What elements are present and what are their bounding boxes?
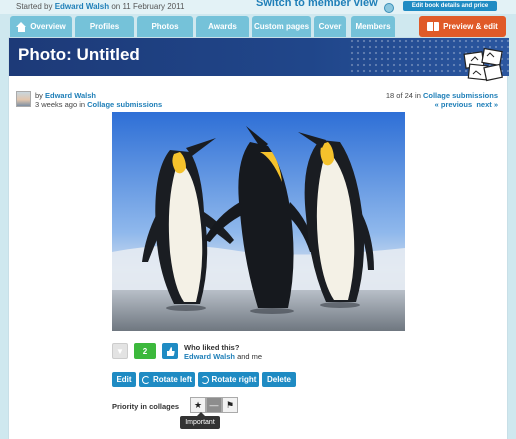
rotate-left-button[interactable]: Rotate left: [139, 372, 195, 387]
previous-link[interactable]: « previous: [435, 100, 473, 109]
edit-button[interactable]: Edit: [112, 372, 136, 387]
collage-icon: [463, 47, 503, 82]
help-icon[interactable]: [384, 3, 394, 13]
priority-exclude-button[interactable]: ⚑: [222, 397, 238, 413]
penguin-photo[interactable]: [112, 112, 405, 331]
switch-view-link[interactable]: Switch to member view: [256, 0, 378, 9]
priority-important-button[interactable]: ★: [190, 397, 206, 413]
tab-photos[interactable]: Photos: [137, 16, 193, 37]
tab-cover[interactable]: Cover: [314, 16, 346, 37]
priority-normal-button[interactable]: —: [206, 397, 222, 413]
avatar[interactable]: [16, 91, 31, 107]
thumb-down-button[interactable]: ▼: [112, 343, 128, 359]
author-link[interactable]: Edward Walsh: [45, 91, 96, 100]
house-icon: [16, 21, 27, 32]
tab-profiles[interactable]: Profiles: [75, 16, 134, 37]
priority-label: Priority in collages: [112, 402, 180, 411]
tab-overview[interactable]: Overview: [10, 16, 72, 37]
priority-tooltip: Important: [180, 412, 220, 429]
photo-card: Photo: Untitled by Edward Walsh 3 weeks …: [8, 37, 509, 439]
preview-edit-button[interactable]: Preview & edit: [419, 16, 506, 37]
thumbs-up-icon: [166, 346, 175, 356]
like-count-badge: 2: [134, 343, 156, 359]
rotate-right-button[interactable]: Rotate right: [198, 372, 259, 387]
nav-album-link[interactable]: Collage submissions: [423, 91, 498, 100]
liker-link[interactable]: Edward Walsh: [184, 352, 235, 361]
album-link[interactable]: Collage submissions: [87, 100, 162, 109]
who-liked: Who liked this? Edward Walsh and me: [184, 343, 263, 361]
thumb-up-button[interactable]: [162, 343, 178, 359]
started-by-link[interactable]: Edward Walsh: [55, 2, 109, 11]
tab-awards[interactable]: Awards: [196, 16, 249, 37]
page-header: Photo: Untitled: [9, 38, 509, 76]
rotate-left-icon: [141, 375, 150, 384]
started-by-text: Started by Edward Walsh on 11 February 2…: [16, 2, 185, 11]
top-strip: Started by Edward Walsh on 11 February 2…: [0, 0, 516, 14]
rotate-right-icon: [200, 375, 209, 384]
edit-book-button[interactable]: Edit book details and price: [403, 1, 497, 11]
next-link[interactable]: next »: [476, 100, 498, 109]
photo-navigation: 18 of 24 in Collage submissions « previo…: [385, 91, 498, 109]
book-icon: [427, 22, 440, 31]
tab-custom-pages[interactable]: Custom pages: [252, 16, 311, 37]
delete-button[interactable]: Delete: [262, 372, 296, 387]
page-title: Photo: Untitled: [18, 45, 140, 64]
tab-members[interactable]: Members: [351, 16, 395, 37]
